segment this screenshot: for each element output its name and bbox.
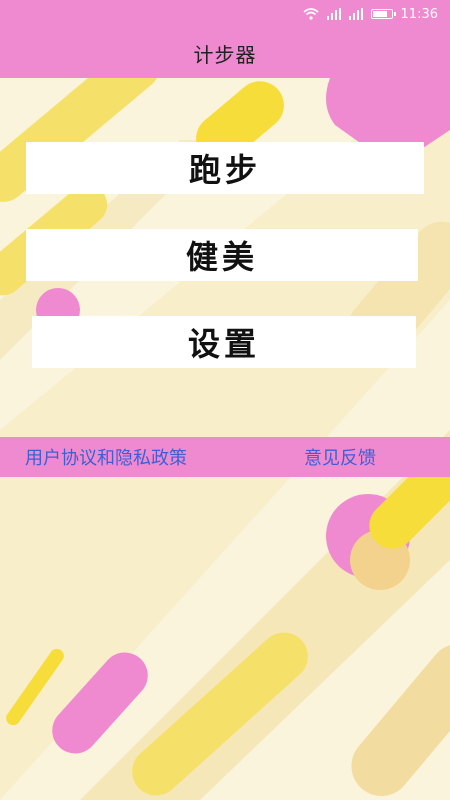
settings-button[interactable]: 设置 — [32, 316, 416, 368]
links-bar: 用户协议和隐私政策 意见反馈 — [0, 437, 450, 477]
fitness-button[interactable]: 健美 — [26, 229, 418, 281]
app-bar: 计步器 — [0, 28, 450, 78]
background-shapes — [0, 0, 450, 800]
status-time: 11:36 — [400, 6, 438, 22]
page-title: 计步器 — [193, 42, 257, 67]
battery-icon — [370, 9, 396, 19]
signal-icon — [348, 8, 363, 20]
settings-button-label: 设置 — [187, 325, 260, 363]
wifi-icon — [303, 8, 319, 20]
feedback-link[interactable]: 意见反馈 — [304, 444, 376, 470]
run-button[interactable]: 跑步 — [26, 142, 424, 194]
privacy-policy-link[interactable]: 用户协议和隐私政策 — [25, 444, 187, 470]
signal-icon — [326, 8, 341, 20]
fitness-button-label: 健美 — [185, 238, 258, 276]
run-button-label: 跑步 — [188, 151, 261, 189]
decorative-background — [0, 0, 450, 800]
status-bar: 11:36 — [0, 0, 450, 28]
